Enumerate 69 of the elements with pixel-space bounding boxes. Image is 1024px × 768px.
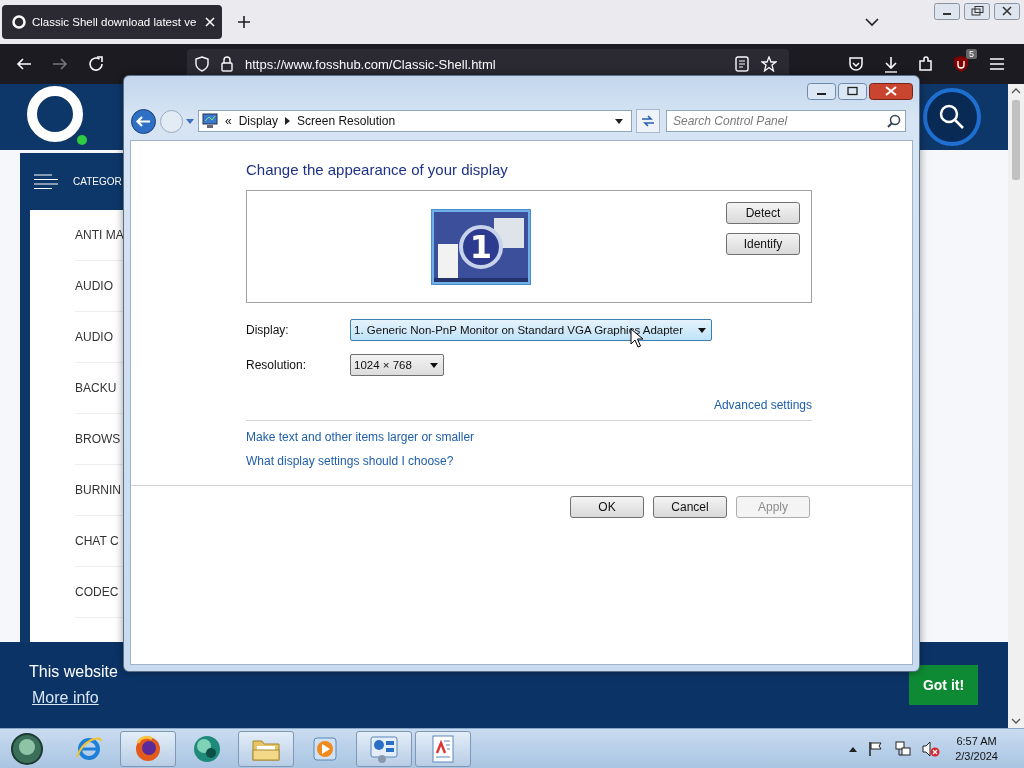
breadcrumb-arrow-icon[interactable] xyxy=(285,117,291,125)
star-icon[interactable] xyxy=(761,56,777,72)
search-icon[interactable] xyxy=(922,87,982,147)
dropdown-arrow-icon[interactable] xyxy=(615,118,623,124)
categories-title: CATEGOR xyxy=(73,176,122,187)
breadcrumb-item[interactable]: Display xyxy=(238,114,279,128)
dropdown-arrow-icon xyxy=(430,362,438,368)
minimize-icon[interactable] xyxy=(934,3,960,20)
scroll-down-icon[interactable] xyxy=(1011,718,1021,724)
shield-icon xyxy=(195,56,209,72)
advanced-settings-link[interactable]: Advanced settings xyxy=(713,398,812,412)
back-icon[interactable] xyxy=(15,56,33,72)
tab-title: Classic Shell download latest ve xyxy=(32,16,198,28)
url-text: https://www.fosshub.com/Classic-Shell.html xyxy=(245,56,496,72)
help-link[interactable]: Make text and other items larger or smaller xyxy=(246,430,475,444)
search-icon[interactable] xyxy=(887,114,901,128)
reload-icon[interactable] xyxy=(87,55,105,73)
menu-icon[interactable] xyxy=(989,57,1005,71)
scrollbar[interactable] xyxy=(1008,84,1024,728)
dropdown[interactable]: 1. Generic Non-PnP Monitor on Standard VGA Graphics Adapter xyxy=(350,319,712,341)
monitor-icon xyxy=(202,113,218,129)
muted-speaker-icon[interactable] xyxy=(922,740,941,757)
flag-icon[interactable] xyxy=(868,740,885,757)
push-button[interactable]: Detect xyxy=(726,202,800,224)
cookie-message: This website xyxy=(29,663,118,681)
dialog-heading: Change the appearance of your display xyxy=(246,161,509,178)
back-icon[interactable] xyxy=(130,107,157,135)
dropdown[interactable]: 1024 × 768 xyxy=(350,354,444,376)
shield-extension-icon[interactable] xyxy=(953,55,969,73)
got-it-button[interactable]: Got it! xyxy=(909,665,978,705)
start-orb-icon[interactable] xyxy=(10,731,44,766)
pocket-icon[interactable] xyxy=(848,56,864,72)
clock-time: 6:57 AM xyxy=(956,733,997,749)
clock-date: 2/3/2024 xyxy=(955,748,998,764)
field-label: Display: xyxy=(246,323,290,337)
minimize-icon[interactable] xyxy=(807,83,836,100)
restore-icon[interactable] xyxy=(964,3,990,20)
clock[interactable]: 6:57 AM 2/3/2024 xyxy=(955,733,998,764)
address-field[interactable]: « Display Screen Resolution xyxy=(198,110,632,132)
dropdown-arrow-icon xyxy=(698,327,706,333)
up-arrow-icon[interactable] xyxy=(849,745,858,752)
chevron-down-icon[interactable] xyxy=(864,16,880,28)
monitor-thumbnail[interactable]: 1 xyxy=(431,209,531,285)
download-icon[interactable] xyxy=(883,55,899,73)
refresh-icon[interactable] xyxy=(636,109,660,133)
breadcrumb-item[interactable]: Screen Resolution xyxy=(297,114,396,128)
scroll-thumb[interactable] xyxy=(1012,100,1020,180)
help-link[interactable]: What display settings should I choose? xyxy=(246,454,454,468)
plus-icon[interactable] xyxy=(236,14,252,30)
menu-icon[interactable] xyxy=(34,173,58,190)
push-button[interactable]: OK xyxy=(570,496,644,518)
extension-badge: 5 xyxy=(966,49,977,59)
reader-icon[interactable] xyxy=(735,56,749,72)
maximize-icon[interactable] xyxy=(838,83,867,100)
more-info-link[interactable]: More info xyxy=(32,689,118,707)
search-field[interactable]: Search Control Panel xyxy=(666,110,906,132)
puzzle-icon[interactable] xyxy=(918,56,934,72)
close-icon[interactable] xyxy=(994,3,1020,20)
network-icon[interactable] xyxy=(895,740,912,757)
site-icon xyxy=(12,15,26,29)
close-icon[interactable] xyxy=(869,83,913,100)
push-button[interactable]: Identify xyxy=(726,233,800,255)
browser-tab[interactable]: Classic Shell download latest ve xyxy=(2,5,222,39)
breadcrumb-chevron[interactable]: « xyxy=(225,114,232,128)
field-label: Resolution: xyxy=(246,358,308,372)
forward-icon[interactable] xyxy=(51,56,69,72)
push-button[interactable]: Cancel xyxy=(653,496,727,518)
lock-icon xyxy=(221,56,233,72)
scroll-up-icon[interactable] xyxy=(1011,88,1021,94)
